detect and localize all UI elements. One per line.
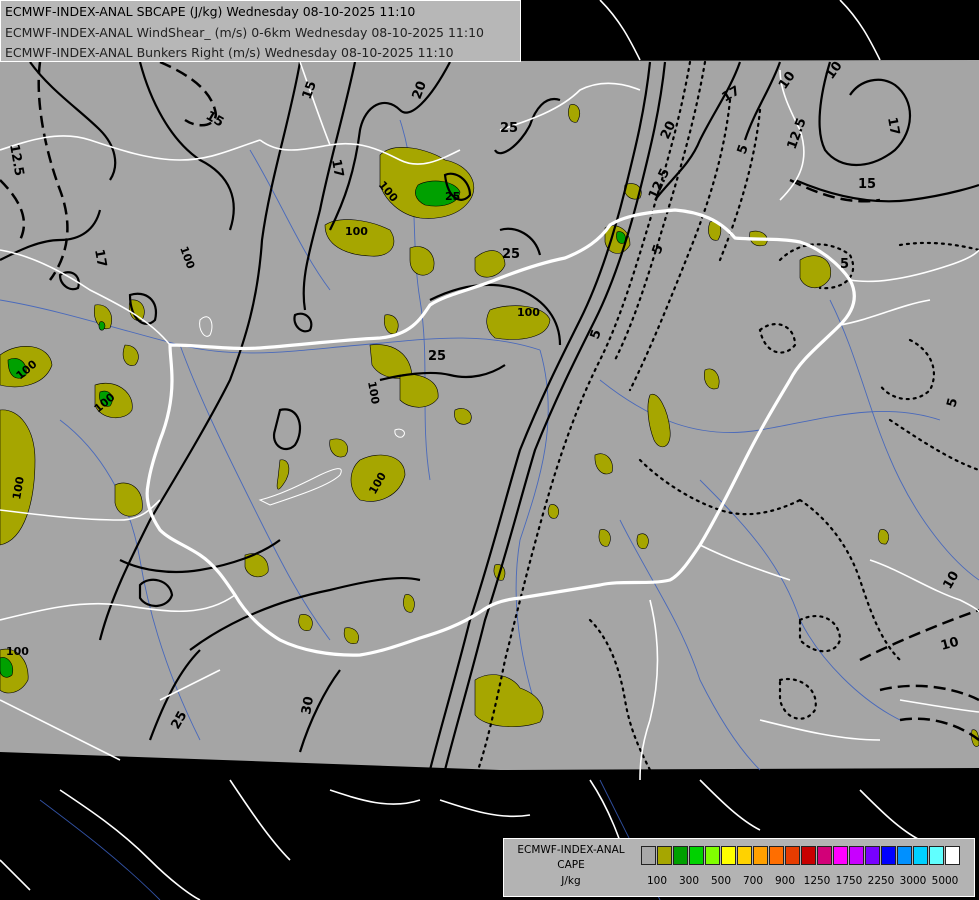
title-sbcape: ECMWF-INDEX-ANAL SBCAPE (J/kg) Wednesday… <box>5 4 416 19</box>
legend-swatch <box>673 846 688 865</box>
contour-label: 30 <box>299 695 317 715</box>
legend-swatch <box>737 846 752 865</box>
weather-map: 15 15 20 25 17 10 12.5 10 17 15 12.5 20 … <box>0 0 979 900</box>
legend-swatch <box>641 846 656 865</box>
legend-swatch <box>897 846 912 865</box>
contour-label: 25 <box>500 121 518 136</box>
legend-swatch <box>785 846 800 865</box>
legend-tick-label: 100 <box>646 875 668 887</box>
legend-tick-label: 300 <box>678 875 700 887</box>
legend-tick-label: 2250 <box>867 875 895 887</box>
legend-tick-label: 1250 <box>803 875 831 887</box>
legend-tick-label: 700 <box>742 875 764 887</box>
legend-tick-label: 900 <box>774 875 796 887</box>
legend-swatch <box>849 846 864 865</box>
legend-swatch <box>817 846 832 865</box>
legend-swatch <box>705 846 720 865</box>
legend-swatch <box>913 846 928 865</box>
contour-label: 15 <box>858 177 876 192</box>
contour-label: 25 <box>502 247 520 262</box>
legend-tick-label: 1750 <box>835 875 863 887</box>
contour-label: 25 <box>428 349 446 364</box>
contour-label: 100 <box>6 645 29 658</box>
color-legend: ECMWF-INDEX-ANAL CAPE J/kg 100 300 500 700 9… <box>503 838 975 897</box>
legend-title-unit: J/kg <box>561 875 581 887</box>
legend-swatch <box>801 846 816 865</box>
legend-swatch <box>657 846 672 865</box>
contour-label: 5 <box>840 257 849 272</box>
legend-swatch <box>769 846 784 865</box>
legend-title-variable: CAPE <box>557 859 585 871</box>
legend-tick-label: 5000 <box>931 875 959 887</box>
legend-swatch <box>753 846 768 865</box>
legend-swatch <box>833 846 848 865</box>
legend-swatch <box>881 846 896 865</box>
contour-label: 25 <box>445 190 460 203</box>
contour-label: 100 <box>345 225 368 238</box>
legend-swatch <box>945 846 960 865</box>
legend-tick-label: 3000 <box>899 875 927 887</box>
title-windshear: ECMWF-INDEX-ANAL WindShear_ (m/s) 0-6km … <box>5 25 484 40</box>
legend-swatch <box>865 846 880 865</box>
legend-swatch <box>929 846 944 865</box>
legend-tick-label: 500 <box>710 875 732 887</box>
title-box: ECMWF-INDEX-ANAL SBCAPE (J/kg) Wednesday… <box>0 0 521 62</box>
contour-label: 17 <box>328 158 346 178</box>
legend-title-source: ECMWF-INDEX-ANAL <box>517 844 625 856</box>
contour-label: 100 <box>517 306 540 319</box>
legend-swatch <box>721 846 736 865</box>
analysis-domain <box>0 60 979 770</box>
contour-label: 17 <box>91 248 109 268</box>
title-bunkers: ECMWF-INDEX-ANAL Bunkers Right (m/s) Wed… <box>5 45 454 60</box>
legend-swatch <box>689 846 704 865</box>
contour-label: 17 <box>884 116 902 136</box>
